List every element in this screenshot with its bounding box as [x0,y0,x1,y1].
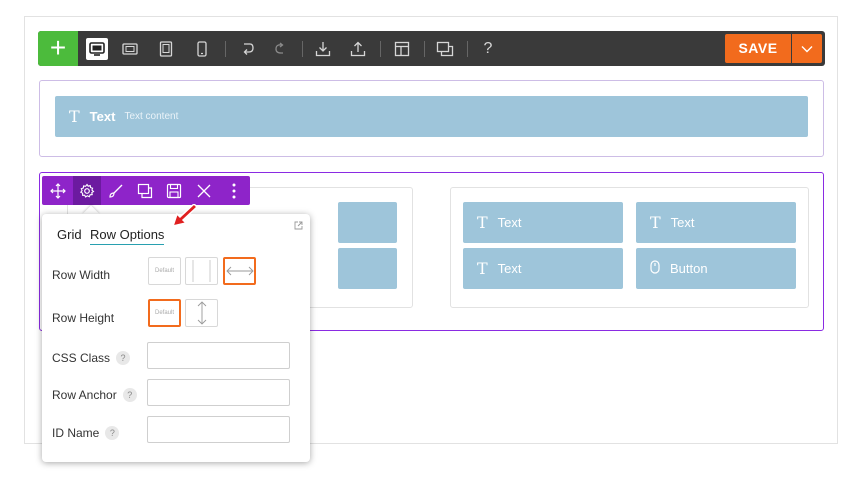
tablet-landscape-icon[interactable] [119,38,141,60]
module-title: Text [497,261,522,276]
module-title: Text [670,215,695,230]
desktop-icon[interactable] [86,38,108,60]
row-toolbar [42,176,250,205]
row-anchor-label: Row Anchor? [52,388,137,402]
expand-icon[interactable] [294,221,303,230]
more-options-icon[interactable] [220,176,248,205]
module-title: Text [89,109,116,124]
layout-icon[interactable] [391,38,413,60]
toolbar-divider [467,41,468,57]
text-module[interactable]: T Text [463,248,623,289]
toolbar-divider [302,41,303,57]
tab-grid[interactable]: Grid [57,227,82,242]
builder-row[interactable]: T Text Text content [39,80,824,157]
text-icon: T [477,213,488,232]
help-icon[interactable]: ? [116,351,131,365]
move-icon[interactable] [44,176,72,205]
css-class-input[interactable] [147,342,290,369]
module-subtitle: Text content [124,111,179,122]
row-width-fullwidth-option[interactable] [223,257,256,285]
mobile-icon[interactable] [191,38,213,60]
duplicate-icon[interactable] [434,38,456,60]
toolbar-divider [225,41,226,57]
redo-icon[interactable] [269,38,291,60]
toolbar-divider [424,41,425,57]
duplicate-icon[interactable] [131,176,159,205]
arrows-horizontal-icon [225,266,254,276]
module-title: Button [670,261,708,276]
toolbar-divider [380,41,381,57]
id-name-input[interactable] [147,416,290,443]
button-module[interactable]: Button [636,248,796,289]
tablet-portrait-icon[interactable] [155,38,177,60]
save-icon[interactable] [160,176,188,205]
chevron-down-icon [801,45,813,52]
brush-icon[interactable] [102,176,130,205]
text-icon: T [69,107,80,126]
text-module[interactable]: T Text [463,202,623,243]
undo-icon[interactable] [236,38,258,60]
boxed-width-icon [192,260,211,282]
text-module[interactable]: T Text [636,202,796,243]
module-placeholder[interactable] [338,248,397,289]
row-width-label: Row Width [52,268,111,282]
help-icon[interactable]: ? [105,426,120,440]
module-placeholder[interactable] [338,202,397,243]
annotation-arrow-icon [171,204,199,228]
mouse-icon [650,259,660,278]
column[interactable]: T Text T Text T Text Button [450,187,809,308]
row-width-default-option[interactable]: Default [148,257,181,285]
arrows-vertical-icon [197,301,206,325]
close-icon[interactable] [190,176,218,205]
module-title: Text [497,215,522,230]
row-options-panel: Grid Row Options Row Width Default Row H… [42,204,310,462]
text-icon: T [650,213,661,232]
row-height-label: Row Height [52,311,115,325]
row-height-default-option[interactable]: Default [148,299,181,327]
builder-toolbar: + ? SAVE [38,31,825,66]
row-anchor-input[interactable] [147,379,290,406]
save-button[interactable]: SAVE [725,34,791,63]
css-class-label: CSS Class? [52,351,131,365]
help-icon[interactable]: ? [477,38,499,60]
import-icon[interactable] [312,38,334,60]
gear-icon[interactable] [73,176,101,205]
text-icon: T [477,259,488,278]
id-name-label: ID Name? [52,426,120,440]
tab-row-options[interactable]: Row Options [90,227,165,245]
text-module[interactable]: T Text Text content [55,96,808,137]
export-icon[interactable] [347,38,369,60]
row-width-fullwidth-content-option[interactable] [185,257,218,285]
add-module-button[interactable]: + [38,31,78,66]
help-icon[interactable]: ? [122,388,137,402]
save-dropdown-button[interactable] [792,34,822,63]
row-height-fullheight-option[interactable] [185,299,218,327]
